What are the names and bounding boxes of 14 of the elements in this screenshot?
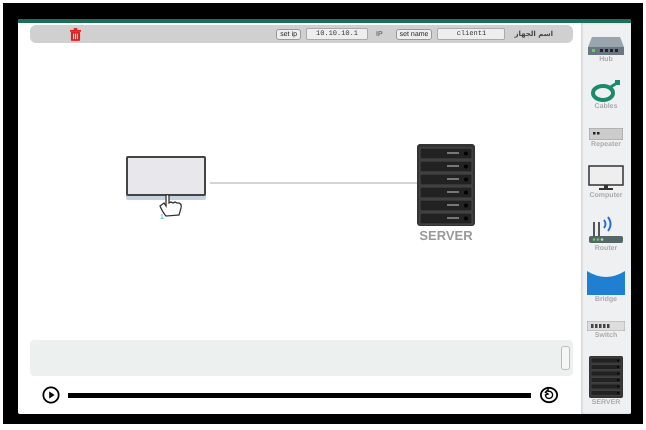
cable-icon[interactable] bbox=[591, 80, 621, 102]
scrollbar-thumb[interactable] bbox=[561, 346, 570, 370]
replay-icon[interactable] bbox=[539, 386, 559, 404]
repeater-icon[interactable] bbox=[589, 128, 623, 140]
bridge-icon[interactable] bbox=[587, 269, 625, 296]
hub-icon[interactable] bbox=[588, 37, 624, 55]
router-icon[interactable] bbox=[588, 216, 624, 244]
progress-track[interactable] bbox=[68, 392, 531, 398]
trash-icon[interactable] bbox=[70, 28, 81, 40]
node-label: SERVER bbox=[419, 228, 473, 243]
play-icon[interactable] bbox=[42, 386, 60, 404]
switch-icon[interactable] bbox=[587, 320, 625, 331]
server-node[interactable] bbox=[417, 144, 475, 226]
monitor-icon[interactable] bbox=[588, 164, 624, 191]
